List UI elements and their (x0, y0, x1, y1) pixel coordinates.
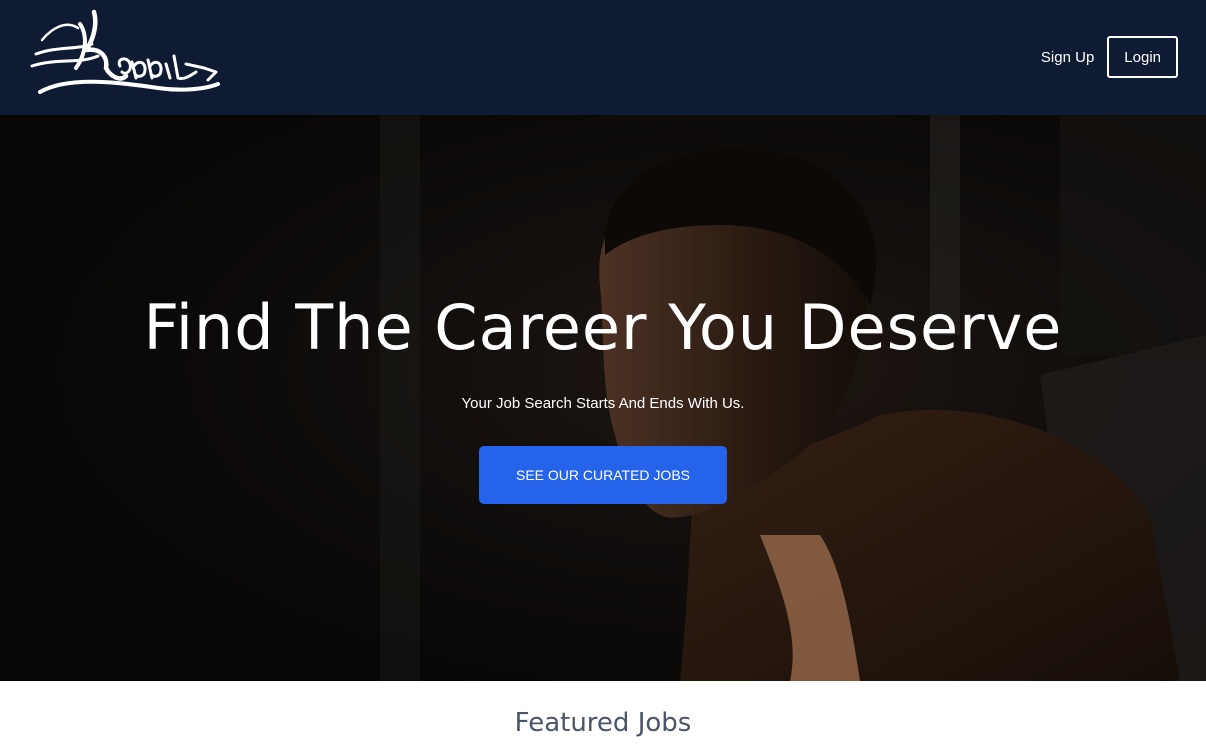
featured-jobs-heading: Featured Jobs (514, 708, 692, 738)
top-navbar: Sign Up Login (0, 0, 1206, 115)
hero-title: Find The Career You Deserve (143, 291, 1063, 364)
rabbit-logo (30, 9, 220, 94)
signup-link[interactable]: Sign Up (1041, 49, 1094, 66)
hero-subtitle: Your Job Search Starts And Ends With Us. (461, 395, 745, 412)
nav-actions: Sign Up Login (1041, 36, 1178, 78)
hero-section: Find The Career You Deserve Your Job Sea… (0, 115, 1206, 681)
login-button[interactable]: Login (1107, 36, 1178, 78)
see-curated-jobs-button[interactable]: SEE OUR CURATED JOBS (479, 446, 727, 504)
